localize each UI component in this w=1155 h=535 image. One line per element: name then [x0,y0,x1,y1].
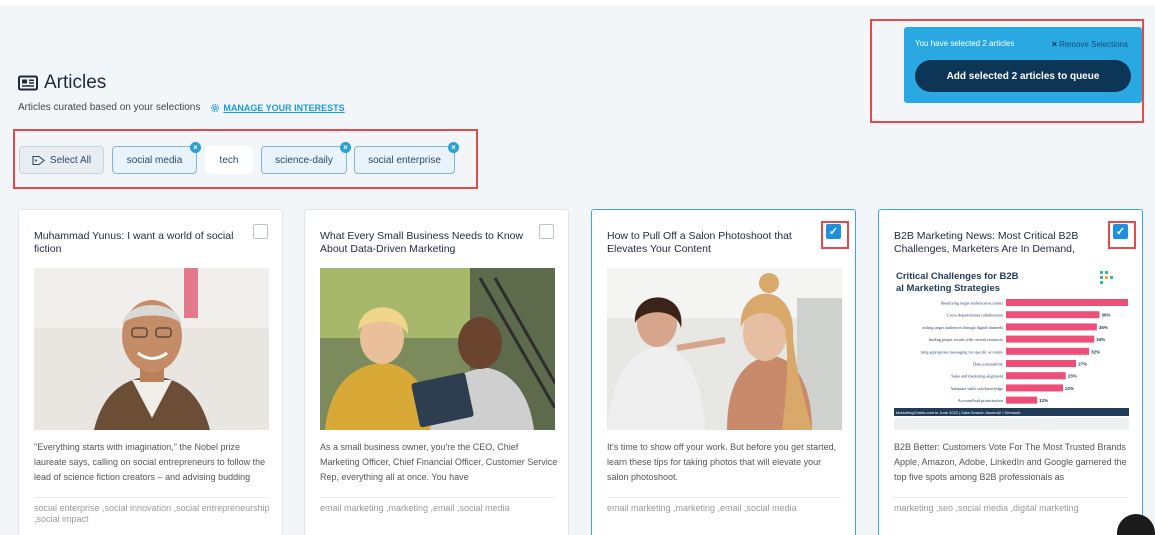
business-photo [320,268,555,430]
infographic-row-label: Data actionability [973,362,1004,367]
article-checkbox[interactable] [253,224,268,239]
infographic-bar [1006,311,1100,319]
infographic-bar-value: 27% [1078,362,1087,367]
infographic-bar-value: 36% [1101,313,1110,318]
infographic-bar [1006,347,1090,355]
chip-tech[interactable]: tech [205,146,253,174]
tag-icon [32,155,45,165]
infographic-bar [1006,372,1066,380]
remove-selections-link[interactable]: × Remove Selections [1052,39,1128,49]
manage-interests-link[interactable]: MANAGE YOUR INTERESTS [210,102,345,113]
article-tags: social enterprise ,social innovation ,so… [34,503,270,524]
close-icon[interactable]: × [190,142,201,153]
chip-label: tech [219,154,239,166]
chip-science-daily[interactable]: science-daily × [261,142,351,174]
article-title[interactable]: How to Pull Off a Salon Photoshoot that … [607,230,812,256]
chip-label: science-daily [275,154,333,166]
infographic-image: Critical Challenges for B2B al Marketing… [894,268,1129,430]
select-all-label: Select All [49,154,92,166]
infographic-bar-value: 35% [1099,325,1108,330]
selection-panel: You have selected 2 articles × Remove Se… [904,27,1142,103]
infographic-bar [1006,323,1097,331]
article-tags: email marketing ,marketing ,email ,socia… [320,503,510,513]
infographic-bar-value: 32% [1091,349,1100,354]
infographic-bar [1006,299,1128,306]
infographic-row-label: king appropriate messaging for specific … [921,349,1003,354]
article-description: As a small business owner, you're the CE… [320,442,558,482]
salon-photo [607,268,842,430]
infographic-row-label: Adequate skills sets/knowledge [950,386,1003,391]
infographic-row-label: Cross-departmental collaboration [947,313,1004,318]
chip-social-media[interactable]: social media × [112,142,201,174]
select-all-button[interactable]: Select All [19,146,104,174]
newspaper-icon [18,75,38,91]
page-subtitle: Articles curated based on your selection… [18,102,201,113]
page-title: Articles [44,72,107,93]
page-header: Articles [18,72,106,94]
card-divider [34,497,268,498]
article-tags: marketing ,seo ,social media ,digital ma… [894,503,1079,513]
infographic-bar-value: 22% [1065,386,1074,391]
infographic-title: Critical Challenges for B2B [896,271,1019,282]
article-checkbox[interactable] [539,224,554,239]
article-image[interactable] [34,268,269,430]
article-title[interactable]: What Every Small Business Needs to Know … [320,230,525,256]
portrait-image [34,268,269,430]
chip-social-enterprise[interactable]: social enterprise × [354,142,459,174]
infographic-title: al Marketing Strategies [896,283,1000,294]
card-divider [607,497,841,498]
article-tags: email marketing ,marketing ,email ,socia… [607,503,797,513]
infographic-row-label: Sales and marketing alignment [951,374,1004,379]
article-title[interactable]: Muhammad Yunus: I want a world of social… [34,230,239,256]
checkbox-highlight-outline [821,221,849,249]
article-image[interactable] [320,268,555,430]
infographic-row-label: aching target audiences through digital … [922,325,1003,330]
close-icon[interactable]: × [448,142,459,153]
infographic-bar-value: 23% [1068,374,1077,379]
infographic-footer: MarketingCharts.com in June 2022 | Data … [896,410,1020,415]
infographic-bar [1006,360,1077,367]
article-card[interactable]: Muhammad Yunus: I want a world of social… [18,209,283,535]
article-card[interactable]: How to Pull Off a Salon Photoshoot that … [591,209,856,535]
infographic-bar [1006,384,1064,392]
manage-interests-label: MANAGE YOUR INTERESTS [223,102,345,113]
article-image[interactable]: Critical Challenges for B2B al Marketing… [894,268,1129,430]
article-card[interactable]: What Every Small Business Needs to Know … [304,209,569,535]
infographic-bar [1006,396,1038,404]
article-description: It's time to show off your work. But bef… [607,442,837,482]
infographic-row-label: finding proper results with current reso… [929,337,1004,342]
card-divider [320,497,554,498]
article-description: "Everything starts with imagination," th… [34,442,266,482]
chip-label: social enterprise [368,154,441,166]
articles-page: Articles Articles curated based on your … [0,5,1155,535]
infographic-bar-value: 34% [1096,337,1105,342]
infographic-bar-value: 12% [1039,398,1048,403]
close-icon[interactable]: × [340,142,351,153]
infographic-bar [1006,335,1095,343]
page-subtitle-row: Articles curated based on your selection… [18,102,345,113]
selection-count: You have selected 2 articles [915,39,1015,48]
add-to-queue-button[interactable]: Add selected 2 articles to queue [915,60,1131,92]
chip-label: social media [126,154,183,166]
infographic-row-label: Account/lead prioritization [958,398,1004,403]
remove-selections-label: Remove Selections [1059,39,1128,49]
article-description: B2B Better: Customers Vote For The Most … [894,442,1127,482]
close-icon: × [1051,39,1058,49]
card-divider [894,497,1128,498]
article-image[interactable] [607,268,842,430]
gear-icon [211,103,220,112]
article-card[interactable]: B2B Marketing News: Most Critical B2B Ch… [878,209,1143,535]
article-title[interactable]: B2B Marketing News: Most Critical B2B Ch… [894,230,1099,256]
checkbox-highlight-outline [1108,221,1136,249]
infographic-row-label: Identifying target audiences/accounts [941,301,1004,306]
